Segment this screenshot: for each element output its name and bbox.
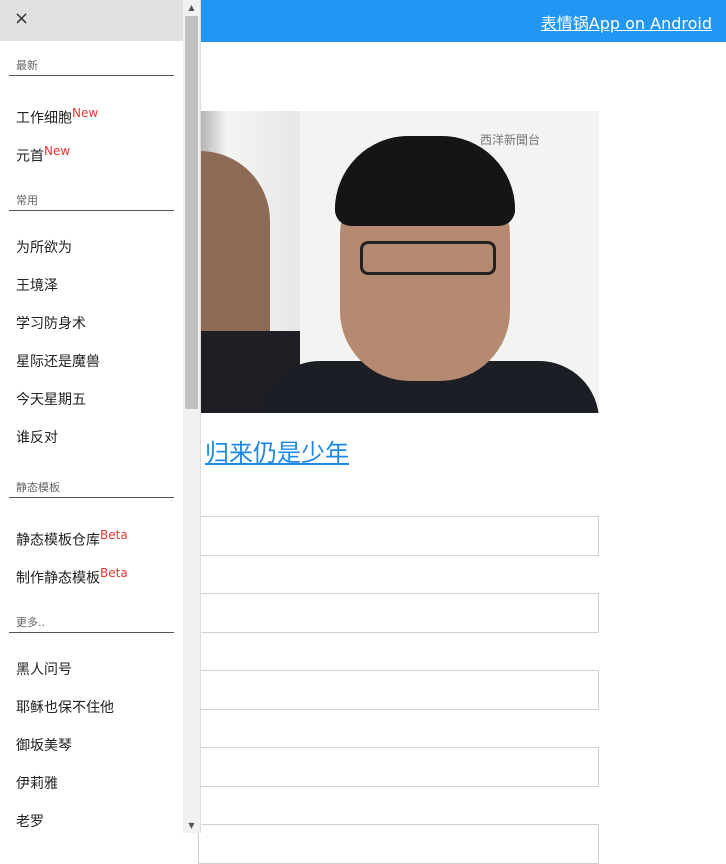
- drawer-section-title: 静态模板: [9, 463, 174, 498]
- drawer-menu-item[interactable]: 御坂美琴: [0, 727, 183, 765]
- menu-item-label: 黑人问号: [16, 662, 72, 678]
- drawer-menu-item[interactable]: 制作静态模板Beta: [0, 554, 183, 592]
- scroll-up-icon[interactable]: ▲: [183, 0, 200, 15]
- menu-item-label: 御坂美琴: [16, 738, 72, 754]
- menu-item-label: 王境泽: [16, 278, 58, 294]
- scrollbar-thumb[interactable]: [185, 16, 198, 409]
- menu-item-label: 制作静态模板: [16, 570, 100, 587]
- menu-item-label: 老罗: [16, 814, 44, 830]
- drawer-section-title: 常用: [9, 176, 174, 211]
- scroll-down-icon[interactable]: ▼: [183, 818, 200, 833]
- drawer-menu-item[interactable]: 谁反对: [0, 419, 183, 457]
- drawer-section-title: 最新: [9, 41, 174, 76]
- drawer-scrollbar[interactable]: ▲ ▼: [183, 0, 201, 833]
- menu-item-badge: New: [72, 106, 99, 120]
- caption-input-1[interactable]: [198, 516, 599, 556]
- drawer-menu-item[interactable]: 工作细胞New: [0, 94, 183, 132]
- menu-item-label: 元首: [16, 148, 44, 165]
- drawer-menu-item[interactable]: 今天星期五: [0, 381, 183, 419]
- menu-item-label: 伊莉雅: [16, 776, 58, 792]
- drawer-sections: 最新 工作细胞New 元首New 常用 为所欲为 王境泽 学习防身术 星际还是魔兽 今天星期五谁…: [0, 41, 183, 833]
- close-icon[interactable]: ×: [14, 8, 29, 29]
- drawer-header: ×: [0, 0, 183, 41]
- caption-input-2[interactable]: [198, 593, 599, 633]
- drawer-menu-item[interactable]: 老罗: [0, 803, 183, 833]
- drawer-menu-item[interactable]: 星际还是魔兽: [0, 343, 183, 381]
- drawer-menu-list: 静态模板仓库Beta 制作静态模板Beta: [0, 498, 183, 598]
- navigation-drawer: × 最新 工作细胞New 元首New 常用 为所欲为 王境泽 学习防身术 星际还是魔兽 今天星期…: [0, 0, 183, 833]
- android-app-link[interactable]: 表情锅App on Android: [541, 10, 712, 34]
- drawer-menu-item[interactable]: 元首New: [0, 132, 183, 170]
- drawer-menu-item[interactable]: 为所欲为: [0, 229, 183, 267]
- caption-input-4[interactable]: [198, 747, 599, 787]
- drawer-menu-item[interactable]: 耶稣也保不住他: [0, 689, 183, 727]
- drawer-menu-item[interactable]: 静态模板仓库Beta: [0, 516, 183, 554]
- menu-item-badge: New: [44, 144, 71, 158]
- menu-item-label: 星际还是魔兽: [16, 354, 100, 370]
- menu-item-label: 学习防身术: [16, 316, 86, 332]
- menu-item-badge: Beta: [100, 528, 128, 542]
- menu-item-badge: Beta: [100, 566, 128, 580]
- drawer-menu-list: 为所欲为王境泽学习防身术星际还是魔兽 今天星期五谁反对: [0, 211, 183, 463]
- tv-station-logo: 西洋新聞台: [480, 133, 541, 147]
- menu-item-label: 工作细胞: [16, 110, 72, 127]
- drawer-menu-list: 工作细胞New 元首New: [0, 76, 183, 176]
- menu-item-label: 谁反对: [16, 430, 58, 446]
- menu-item-label: 静态模板仓库: [16, 532, 100, 549]
- meme-title-link[interactable]: 归来仍是少年: [205, 433, 349, 468]
- caption-input-5[interactable]: [198, 824, 599, 864]
- menu-item-label: 今天星期五: [16, 392, 86, 408]
- menu-item-label: 为所欲为: [16, 240, 72, 256]
- drawer-menu-item[interactable]: 学习防身术: [0, 305, 183, 343]
- drawer-menu-item[interactable]: 伊莉雅: [0, 765, 183, 803]
- drawer-menu-item[interactable]: 黑人问号: [0, 651, 183, 689]
- drawer-menu-list: 黑人问号耶稣也保不住他御坂美琴伊莉雅老罗记仇: [0, 633, 183, 833]
- drawer-section-title: 更多..: [9, 598, 174, 633]
- caption-input-3[interactable]: [198, 670, 599, 710]
- menu-item-label: 耶稣也保不住他: [16, 700, 114, 716]
- drawer-menu-item[interactable]: 王境泽: [0, 267, 183, 305]
